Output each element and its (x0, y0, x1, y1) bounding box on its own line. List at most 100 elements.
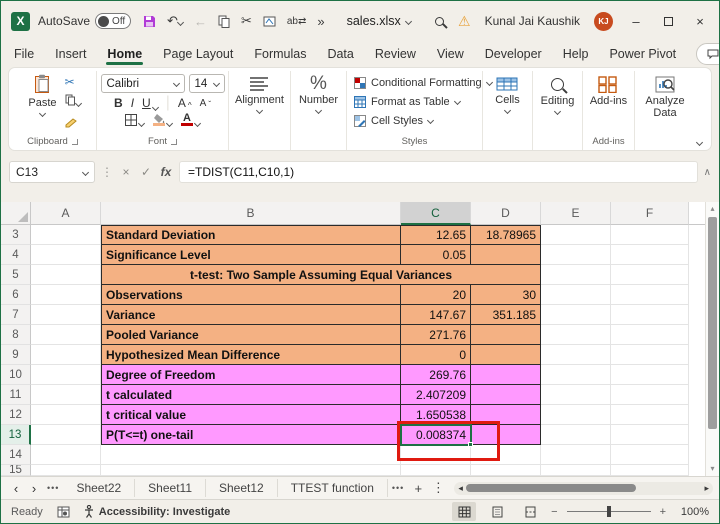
cell-B7[interactable]: Variance (101, 305, 401, 325)
row-header-12[interactable]: 12 (1, 405, 31, 425)
row-header-14[interactable]: 14 (1, 445, 31, 465)
cell-A8[interactable] (31, 325, 101, 345)
cell-D7[interactable]: 351.185 (471, 305, 541, 325)
more-sheets-right-icon[interactable]: ••• (392, 483, 404, 493)
row-header-13[interactable]: 13 (1, 425, 31, 445)
cell-F10[interactable] (611, 365, 689, 385)
sheet-tab-ttest-function[interactable]: TTEST function (278, 479, 388, 497)
cell-F12[interactable] (611, 405, 689, 425)
row-header-5[interactable]: 5 (1, 265, 31, 285)
tab-power-pivot[interactable]: Power Pivot (608, 43, 677, 65)
column-header-E[interactable]: E (541, 202, 611, 225)
row-header-10[interactable]: 10 (1, 365, 31, 385)
minimize-button[interactable]: – (627, 14, 645, 29)
cell-E13[interactable] (541, 425, 611, 445)
next-sheet-button[interactable]: › (25, 481, 43, 496)
collapse-ribbon-icon[interactable] (696, 139, 703, 146)
cell-F11[interactable] (611, 385, 689, 405)
font-name-select[interactable]: Calibri (101, 74, 185, 93)
cell-D10[interactable] (471, 365, 541, 385)
tab-formulas[interactable]: Formulas (253, 43, 307, 65)
search-icon[interactable] (435, 17, 444, 26)
cut-button[interactable]: ✂ (65, 75, 75, 89)
zoom-level[interactable]: 100% (675, 506, 709, 518)
cell-A6[interactable] (31, 285, 101, 305)
conditional-formatting-button[interactable]: Conditional Formatting (354, 73, 492, 92)
cell-F7[interactable] (611, 305, 689, 325)
cell-E10[interactable] (541, 365, 611, 385)
italic-button[interactable]: I (131, 96, 134, 110)
cell-E9[interactable] (541, 345, 611, 365)
cell-E4[interactable] (541, 245, 611, 265)
number-button[interactable]: % Number (299, 73, 338, 113)
cell-B11[interactable]: t calculated (101, 385, 401, 405)
dialog-launcher-icon[interactable] (72, 139, 78, 145)
sheet-tab-sheet11[interactable]: Sheet11 (135, 479, 206, 497)
zoom-out-button[interactable]: − (551, 506, 557, 518)
cell-E6[interactable] (541, 285, 611, 305)
cell-B4[interactable]: Significance Level (101, 245, 401, 265)
scroll-left-icon[interactable]: ◂ (458, 483, 463, 494)
cell-styles-button[interactable]: Cell Styles (354, 111, 433, 130)
cell-A11[interactable] (31, 385, 101, 405)
horizontal-scroll-thumb[interactable] (466, 484, 636, 492)
row-header-8[interactable]: 8 (1, 325, 31, 345)
scroll-down-icon[interactable]: ▾ (710, 464, 714, 474)
cell-A13[interactable] (31, 425, 101, 445)
cell-B5-merged[interactable]: t-test: Two Sample Assuming Equal Varian… (101, 265, 541, 285)
cell-A3[interactable] (31, 225, 101, 245)
cell-B6[interactable]: Observations (101, 285, 401, 305)
cell-E14[interactable] (541, 445, 611, 465)
fill-color-button[interactable] (153, 114, 172, 126)
bold-button[interactable]: B (114, 96, 123, 110)
cell-D9[interactable] (471, 345, 541, 365)
cancel-icon[interactable]: × (119, 165, 133, 179)
enter-icon[interactable]: ✓ (139, 165, 153, 179)
cells-button[interactable]: Cells (495, 73, 519, 113)
autosave-switch[interactable]: Off (95, 13, 131, 29)
cell-C6[interactable]: 20 (401, 285, 471, 305)
tab-home[interactable]: Home (106, 43, 143, 65)
tab-developer[interactable]: Developer (484, 43, 543, 65)
cell-E3[interactable] (541, 225, 611, 245)
cell-E15[interactable] (541, 465, 611, 476)
cell-E7[interactable] (541, 305, 611, 325)
scroll-up-icon[interactable]: ▴ (710, 204, 714, 214)
undo-button[interactable]: ↶ (167, 13, 183, 29)
cell-A7[interactable] (31, 305, 101, 325)
column-header-C[interactable]: C (401, 202, 471, 225)
column-header-D[interactable]: D (471, 202, 541, 225)
cell-D4[interactable] (471, 245, 541, 265)
addins-button[interactable]: Add-ins (590, 73, 627, 107)
cell-F8[interactable] (611, 325, 689, 345)
borders-button[interactable] (125, 114, 144, 126)
normal-view-button[interactable] (452, 502, 476, 521)
autosave-toggle[interactable]: AutoSave Off (38, 13, 131, 29)
zoom-slider[interactable] (567, 511, 651, 512)
prev-sheet-button[interactable]: ‹ (7, 481, 25, 496)
cell-C9[interactable]: 0 (401, 345, 471, 365)
vertical-scrollbar[interactable]: ▴ ▾ (705, 202, 719, 476)
column-header-A[interactable]: A (31, 202, 101, 225)
cell-A10[interactable] (31, 365, 101, 385)
cell-F15[interactable] (611, 465, 689, 476)
font-size-select[interactable]: 14 (189, 74, 225, 93)
more-commands-icon[interactable]: » (317, 14, 324, 29)
cell-F3[interactable] (611, 225, 689, 245)
paste-button[interactable]: Paste (24, 73, 60, 133)
tab-help[interactable]: Help (562, 43, 590, 65)
excel-logo-icon[interactable]: X (11, 12, 30, 31)
cell-E5[interactable] (541, 265, 611, 285)
grow-font-button[interactable]: A^ (178, 96, 192, 110)
tab-insert[interactable]: Insert (54, 43, 87, 65)
file-name[interactable]: sales.xlsx (347, 14, 411, 28)
warning-icon[interactable]: ⚠ (458, 13, 471, 30)
cell-B14[interactable] (101, 445, 401, 465)
comments-button[interactable]: Comments (696, 43, 720, 65)
sheet-tab-sheet12[interactable]: Sheet12 (206, 479, 278, 497)
user-name[interactable]: Kunal Jai Kaushik (485, 14, 580, 28)
horizontal-scrollbar[interactable]: ◂ ▸ (454, 482, 713, 495)
column-header-F[interactable]: F (611, 202, 689, 225)
accessibility-status[interactable]: Accessibility: Investigate (84, 505, 230, 518)
cell-D3[interactable]: 18.78965 (471, 225, 541, 245)
